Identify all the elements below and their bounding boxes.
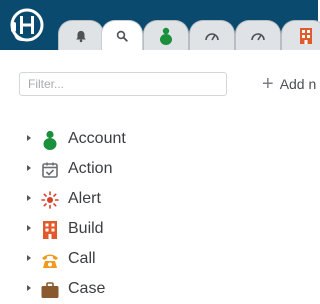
tab-notifications[interactable] <box>58 20 104 50</box>
bell-icon <box>76 30 86 42</box>
add-new-button[interactable]: + Add n <box>262 74 316 94</box>
account-icon <box>43 130 57 150</box>
tree-item-label: Account <box>68 130 126 147</box>
expand-caret-icon[interactable] <box>27 285 31 291</box>
gauge-icon <box>251 32 265 40</box>
tree-item-label: Alert <box>68 190 101 207</box>
expand-caret-icon[interactable] <box>27 165 31 171</box>
tree-item-label: Case <box>68 280 106 297</box>
gauge-icon <box>205 32 219 40</box>
tab-search[interactable] <box>101 20 143 51</box>
tab-builds[interactable] <box>281 20 320 50</box>
add-new-label: Add n <box>279 76 317 92</box>
tree-item-account[interactable]: Account <box>0 124 318 154</box>
tab-dashboard-1[interactable] <box>189 20 235 50</box>
alert-icon <box>41 191 59 209</box>
tree-item-case[interactable]: Case <box>0 274 318 304</box>
expand-caret-icon[interactable] <box>27 195 31 201</box>
filter-input[interactable] <box>19 72 227 96</box>
tree-item-alert[interactable]: Alert <box>0 184 318 214</box>
plus-icon: + <box>262 73 274 95</box>
tree-item-label: Build <box>68 220 104 237</box>
tab-dashboard-2[interactable] <box>235 20 281 50</box>
tree-item-action[interactable]: Action <box>0 154 318 184</box>
tree-item-label: Action <box>68 160 113 177</box>
tab-accounts[interactable] <box>143 20 189 50</box>
account-icon <box>160 27 172 45</box>
expand-caret-icon[interactable] <box>27 135 31 141</box>
building-icon <box>43 221 57 239</box>
app-logo-icon[interactable] <box>6 4 46 46</box>
tree-item-call[interactable]: Call <box>0 244 318 274</box>
building-icon <box>300 27 312 44</box>
top-bar <box>0 0 320 51</box>
tree-item-build[interactable]: Build <box>0 214 318 244</box>
tree-item-label: Call <box>68 250 96 267</box>
search-icon <box>116 30 128 42</box>
expand-caret-icon[interactable] <box>27 255 31 261</box>
phone-icon <box>42 254 58 268</box>
calendar-check-icon <box>42 162 58 178</box>
briefcase-icon <box>41 282 59 298</box>
expand-caret-icon[interactable] <box>27 225 31 231</box>
